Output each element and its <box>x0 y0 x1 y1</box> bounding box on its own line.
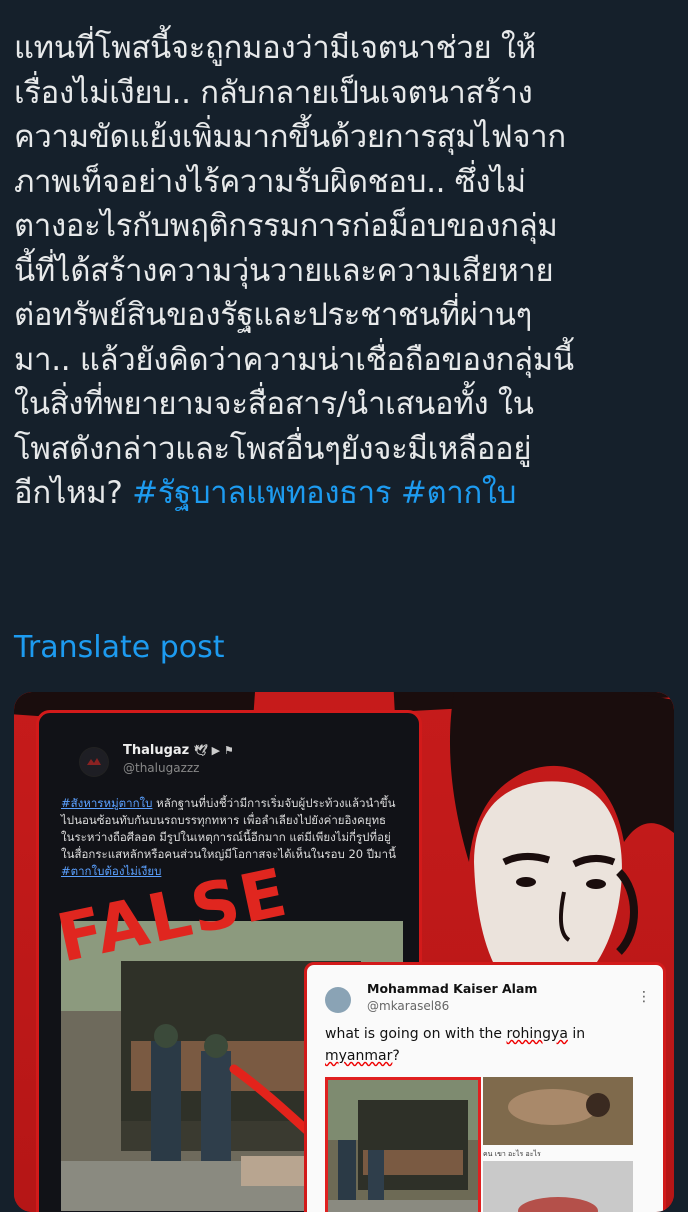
account-handle: @thalugazzz <box>123 761 200 775</box>
post-line: ตางอะไรกับพฤติกรรมการก่อม็อบของกลุ่ม <box>14 208 558 244</box>
post-line: เรื่องไม่เงียบ.. กลับกลายเป็นเจตนาสร้าง <box>14 74 533 111</box>
account-handle: @mkarasel86 <box>367 999 450 1013</box>
hashtag-link[interactable]: #ตากใบ <box>401 475 517 511</box>
post-line: มา.. แล้วยังคิดว่าความน่าเชื่อถือของกลุ่… <box>14 341 574 378</box>
hashtag: #สังหารหมู่ตากใบ <box>61 796 153 810</box>
post-last-text: อีกไหม? <box>14 475 133 511</box>
image-caption: คน เขา อะไร อะไร <box>483 1150 541 1158</box>
more-options-icon: ⋮ <box>637 989 651 1005</box>
avatar <box>79 747 109 777</box>
light-card-text: what is going on with the rohingya in my… <box>325 1026 586 1064</box>
post-line: แทนที่โพสนี้จะถูกมองว่ามีเจตนาช่วย ให้ <box>14 30 536 66</box>
translate-post-link[interactable]: Translate post <box>14 630 225 665</box>
truck-photo-thumbnail <box>325 1077 481 1212</box>
post-line: ต่อทรัพย์สินของรัฐและประชาชนที่ผ่านๆ <box>14 297 532 333</box>
post-line: โพสดังกล่าวและโพสอื่นๆยังจะมีเหลืออยู่ <box>14 430 532 467</box>
hashtag-link[interactable]: #รัฐบาลแพทองธาร <box>132 475 392 511</box>
post-line: นี้ที่ได้สร้างความวุ่นวายและความเสียหาย <box>14 252 554 289</box>
hashtag: #ตากใบต้องไม่เงียบ <box>61 864 162 878</box>
quoted-tweet-card-light: Mohammad Kaiser Alam @mkarasel86 ⋮ what … <box>304 962 666 1212</box>
account-name: Thalugaz 🕊 ▶ ⚑ <box>123 743 234 758</box>
post-media-image[interactable]: Thalugaz 🕊 ▶ ⚑ @thalugazzz #สังหารหมู่ตา… <box>14 692 674 1212</box>
post-body: แทนที่โพสนี้จะถูกมองว่ามีเจตนาช่วย ให้ เ… <box>14 26 678 516</box>
post-line: ภาพเท็จอย่างไร้ความรับผิดชอบ.. ซึ่งไม่ <box>14 163 526 200</box>
person-photo-thumbnail <box>483 1077 633 1145</box>
avatar <box>325 987 351 1013</box>
post-line: ในสิ่งที่พยายามจะสื่อสาร/นำเสนอทั้ง ใน <box>14 386 534 422</box>
account-name: Mohammad Kaiser Alam <box>367 981 538 996</box>
flag-icons: 🕊 ▶ ⚑ <box>193 744 234 757</box>
photo-thumbnail <box>483 1161 633 1212</box>
post-line-last: อีกไหม? #รัฐบาลแพทองธาร #ตากใบ <box>14 471 678 516</box>
post-line: ความขัดแย้งเพิ่มมากขึ้นด้วยการสุมไฟจาก <box>14 119 566 155</box>
